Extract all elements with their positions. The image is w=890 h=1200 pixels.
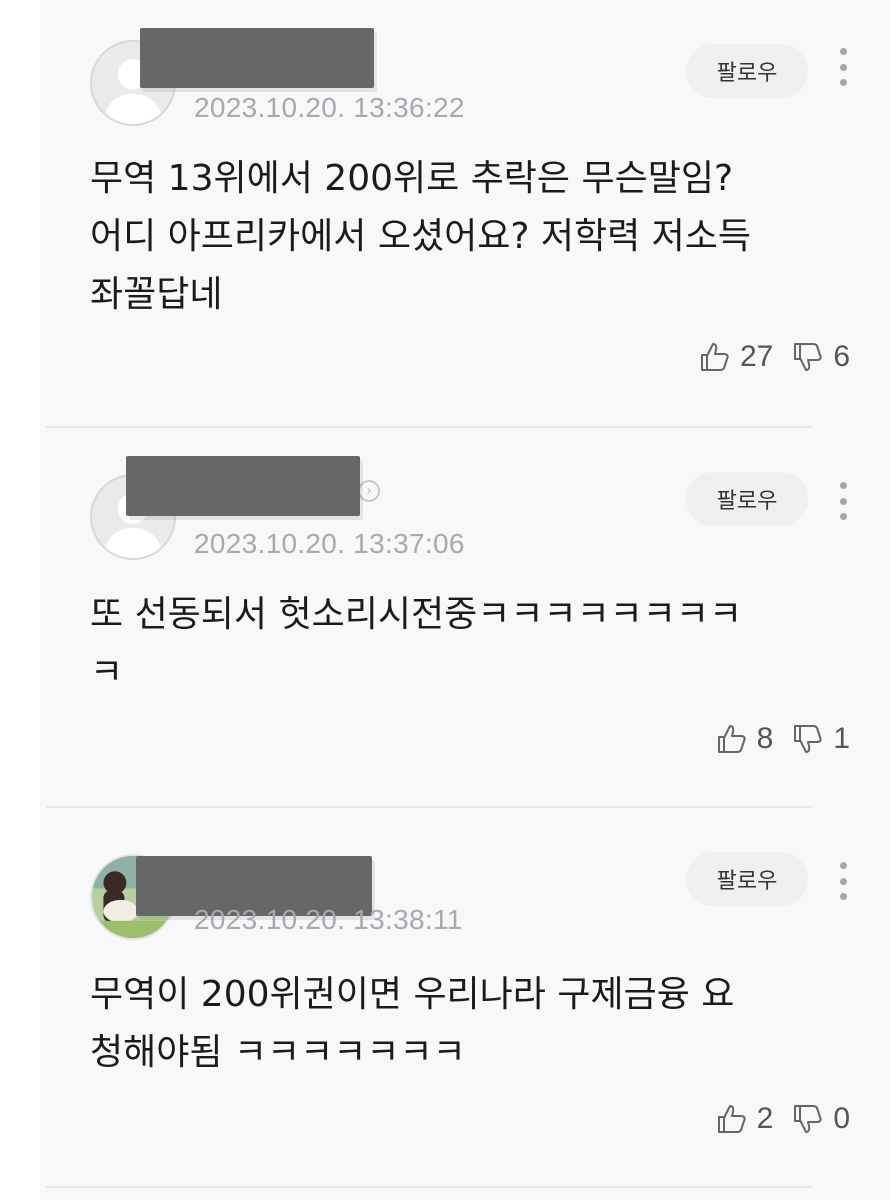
thumbs-up-icon [700,343,729,371]
more-options-icon[interactable] [830,858,856,904]
comment-body: 무역 13위에서 200위로 추락은 무슨말임? 어디 아프리카에서 오셨어요?… [90,158,752,315]
like-count: 8 [756,722,774,755]
reaction-bar: 8 1 [715,722,850,756]
more-options-icon[interactable] [830,44,856,90]
more-options-icon[interactable] [830,478,856,524]
comment-item: › 2023.10.20. 13:37:06 팔로우 또 선동되서 헛소리시전중… [40,428,890,808]
follow-button[interactable]: 팔로우 [686,472,808,526]
follow-button[interactable]: 팔로우 [686,44,808,98]
follow-button[interactable]: 팔로우 [686,852,808,906]
comment-timestamp: 2023.10.20. 13:38:11 [194,904,463,935]
comment-timestamp: 2023.10.20. 13:36:22 [194,92,465,123]
reaction-bar: 2 0 [715,1102,850,1136]
dislike-count: 1 [833,722,850,755]
username-redacted[interactable] [126,456,360,516]
like-button[interactable]: 2 [715,1102,774,1136]
like-button[interactable]: 8 [715,722,774,756]
comment-body: 또 선동되서 헛소리시전중ㅋㅋㅋㅋㅋㅋㅋㅋ ㅋ [90,594,743,693]
thumbs-up-icon [717,725,746,753]
thumbs-down-icon [794,725,822,753]
comment-item: 2023.10.20. 13:36:22 팔로우 무역 13위에서 200위로 … [40,0,890,428]
thumbs-down-icon [794,343,822,371]
divider [46,1186,812,1188]
dislike-button[interactable]: 6 [791,340,850,374]
like-button[interactable]: 27 [698,340,773,374]
dislike-count: 0 [833,1102,850,1135]
comment-body: 무역이 200위권이면 우리나라 구제금융 요 청해야됨 ㅋㅋㅋㅋㅋㅋㅋ [90,974,735,1073]
comment-timestamp: 2023.10.20. 13:37:06 [194,528,465,559]
thumbs-up-icon [717,1105,746,1133]
like-count: 27 [739,340,774,373]
reaction-bar: 27 6 [698,340,850,374]
comment-list-page: 2023.10.20. 13:36:22 팔로우 무역 13위에서 200위로 … [0,0,890,1200]
comment-item: 2023.10.20. 13:38:11 팔로우 무역이 200위권이면 우리나… [40,808,890,1200]
dislike-count: 6 [833,340,850,373]
username-redacted[interactable] [140,28,374,88]
dislike-button[interactable]: 0 [791,1102,850,1136]
left-margin [0,0,40,1200]
dislike-button[interactable]: 1 [791,722,850,756]
chevron-right-icon: › [358,480,380,502]
thumbs-down-icon [794,1105,822,1133]
like-count: 2 [756,1102,774,1135]
